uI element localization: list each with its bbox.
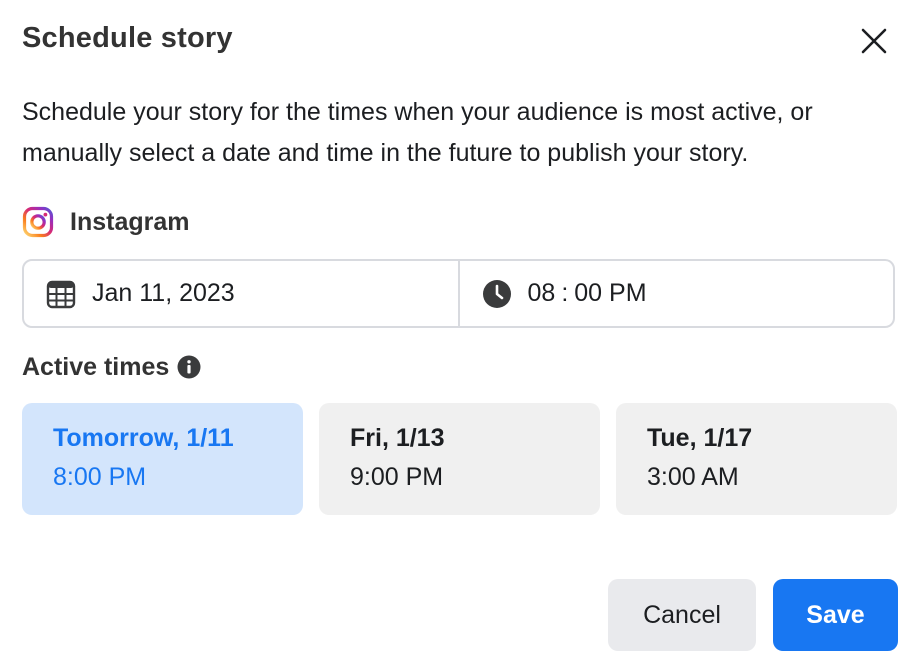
active-time-slot-2[interactable]: Fri, 1/13 9:00 PM bbox=[319, 403, 600, 515]
info-button[interactable] bbox=[177, 355, 201, 379]
time-separator: : bbox=[561, 279, 569, 307]
info-icon bbox=[177, 355, 201, 379]
slot-time: 3:00 AM bbox=[647, 463, 739, 491]
save-button[interactable]: Save bbox=[773, 579, 898, 651]
schedule-story-dialog: Schedule story Schedule your story for t… bbox=[0, 0, 917, 661]
instagram-icon bbox=[22, 206, 54, 238]
close-button[interactable] bbox=[856, 23, 892, 59]
active-time-slot-1[interactable]: Tomorrow, 1/11 8:00 PM bbox=[22, 403, 303, 515]
active-time-slots: Tomorrow, 1/11 8:00 PM Fri, 1/13 9:00 PM… bbox=[22, 403, 898, 515]
time-meridiem[interactable]: PM bbox=[609, 279, 647, 307]
cancel-button[interactable]: Cancel bbox=[608, 579, 756, 651]
slot-day: Tue, 1/17 bbox=[647, 424, 753, 452]
platform-row: Instagram bbox=[22, 205, 189, 239]
time-hour[interactable]: 08 bbox=[528, 279, 556, 307]
date-picker[interactable]: Jan 11, 2023 bbox=[24, 261, 458, 326]
calendar-icon bbox=[46, 280, 76, 308]
time-value: 08:00 PM bbox=[528, 279, 647, 308]
active-time-slot-3[interactable]: Tue, 1/17 3:00 AM bbox=[616, 403, 897, 515]
datetime-picker: Jan 11, 2023 08:00 PM bbox=[22, 259, 895, 328]
dialog-description: Schedule your story for the times when y… bbox=[22, 98, 813, 167]
time-minute[interactable]: 00 bbox=[574, 279, 602, 307]
dialog-title: Schedule story bbox=[22, 22, 233, 54]
slot-day: Fri, 1/13 bbox=[350, 424, 445, 452]
slot-day: Tomorrow, 1/11 bbox=[53, 424, 234, 452]
active-times-label: Active times bbox=[22, 352, 170, 381]
slot-time: 9:00 PM bbox=[350, 463, 444, 491]
active-times-header: Active times bbox=[22, 350, 201, 384]
date-value: Jan 11, 2023 bbox=[92, 279, 235, 307]
clock-icon bbox=[482, 279, 511, 308]
time-picker[interactable]: 08:00 PM bbox=[457, 261, 894, 326]
platform-label: Instagram bbox=[70, 207, 190, 236]
close-icon bbox=[861, 28, 887, 54]
slot-time: 8:00 PM bbox=[53, 463, 147, 491]
